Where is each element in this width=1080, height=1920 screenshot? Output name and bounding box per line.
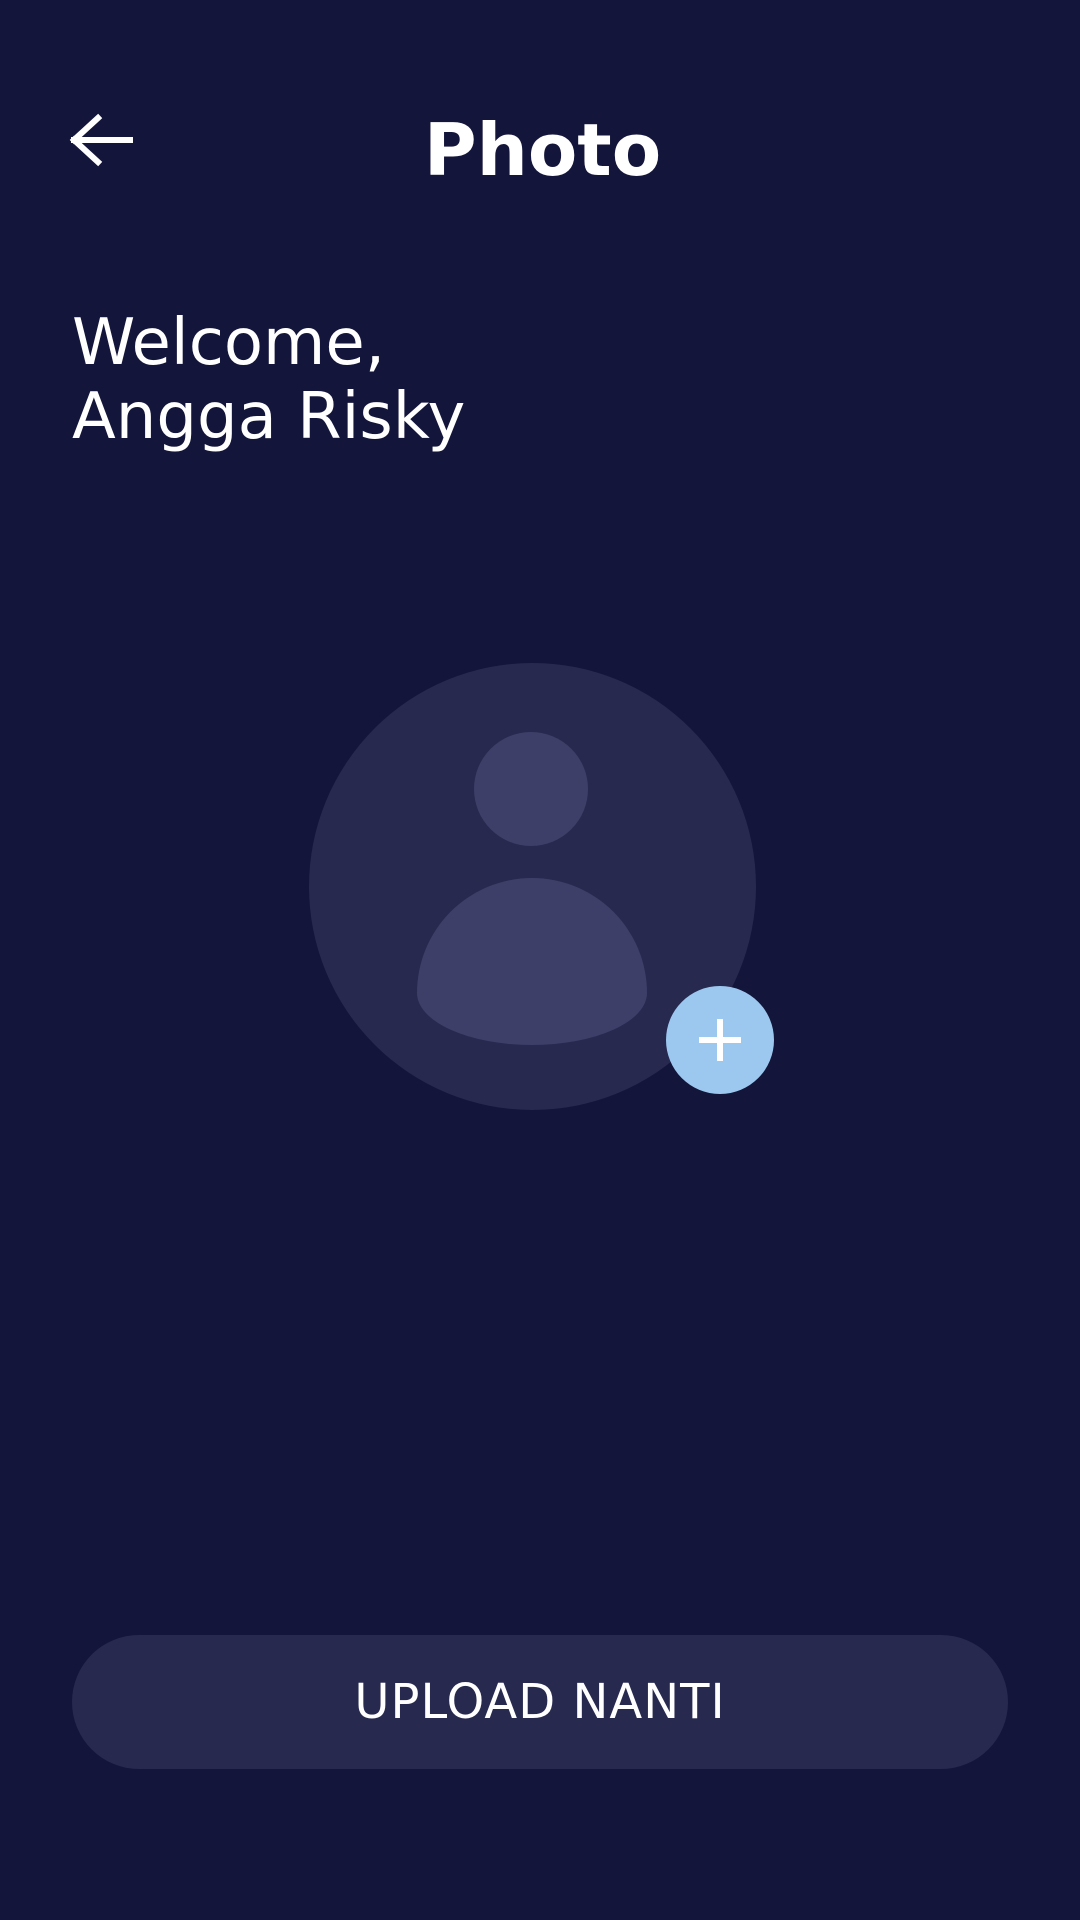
upload-later-button[interactable]: UPLOAD NANTI xyxy=(72,1635,1008,1769)
add-photo-button[interactable] xyxy=(666,986,774,1094)
photo-screen: Photo Welcome, Angga Risky UPLOAD NANTI xyxy=(0,0,1080,1920)
avatar-head-shape xyxy=(474,732,588,846)
welcome-greeting: Welcome, xyxy=(72,306,386,380)
avatar-body-shape xyxy=(417,878,647,1045)
page-title: Photo xyxy=(423,108,662,192)
plus-icon xyxy=(699,1019,741,1061)
user-name: Angga Risky xyxy=(72,380,466,454)
header: Photo xyxy=(0,80,1080,210)
welcome-message: Welcome, Angga Risky xyxy=(72,306,465,454)
